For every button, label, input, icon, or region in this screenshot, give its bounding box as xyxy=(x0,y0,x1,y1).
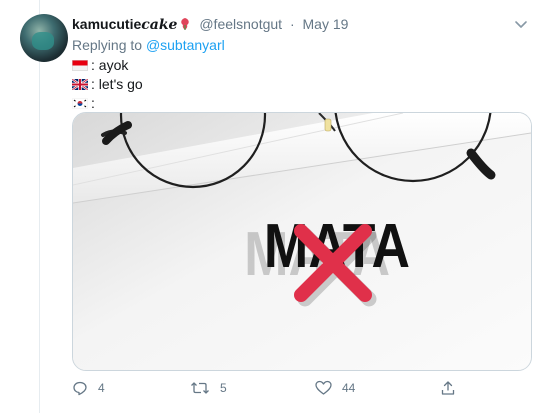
uk-flag-icon xyxy=(72,79,88,90)
share-icon xyxy=(441,381,455,395)
retweet-count: 5 xyxy=(220,381,227,395)
like-icon xyxy=(315,380,332,395)
tweet-line-text: : ayok xyxy=(91,57,129,73)
replying-to-handle[interactable]: @subtanyarl xyxy=(146,37,225,53)
tweet-handle[interactable]: @feelsnotgut xyxy=(199,16,282,32)
tweet-image[interactable]: MATA MATA xyxy=(72,112,532,371)
tweet-line-text: : xyxy=(91,95,95,111)
tweet-text: : ayok : let's go : xyxy=(72,56,143,113)
like-count: 44 xyxy=(342,381,356,395)
tweet-line: : xyxy=(72,94,143,113)
meta-separator: · xyxy=(289,16,295,32)
chevron-down-icon[interactable] xyxy=(513,16,529,32)
share-button[interactable] xyxy=(440,378,456,398)
display-name[interactable]: kamucutiecake xyxy=(72,16,178,33)
replying-to-prefix: Replying to xyxy=(72,37,143,53)
reply-icon xyxy=(73,381,87,396)
like-button[interactable]: 44 xyxy=(315,378,355,398)
tweet-line: : ayok xyxy=(72,56,143,75)
tweet-date[interactable]: May 19 xyxy=(303,16,349,32)
indonesia-flag-icon xyxy=(72,60,88,71)
retweet-button[interactable]: 5 xyxy=(190,378,227,398)
image-illustration: MATA MATA xyxy=(73,113,531,370)
tweet-actions: 4 5 44 xyxy=(72,378,472,398)
tweet-line-text: : let's go xyxy=(91,76,143,92)
reply-count: 4 xyxy=(98,381,105,395)
thread-line xyxy=(39,0,40,413)
display-name-script: cake xyxy=(141,17,178,33)
reply-button[interactable]: 4 xyxy=(72,378,105,398)
retweet-icon xyxy=(191,382,209,394)
rose-icon xyxy=(181,18,190,30)
tweet-line: : let's go xyxy=(72,75,143,94)
replying-to: Replying to @subtanyarl xyxy=(72,36,225,54)
tweet-header: kamucutiecake @feelsnotgut · May 19 xyxy=(72,14,529,34)
korea-flag-icon xyxy=(72,98,88,109)
avatar[interactable] xyxy=(20,14,68,62)
